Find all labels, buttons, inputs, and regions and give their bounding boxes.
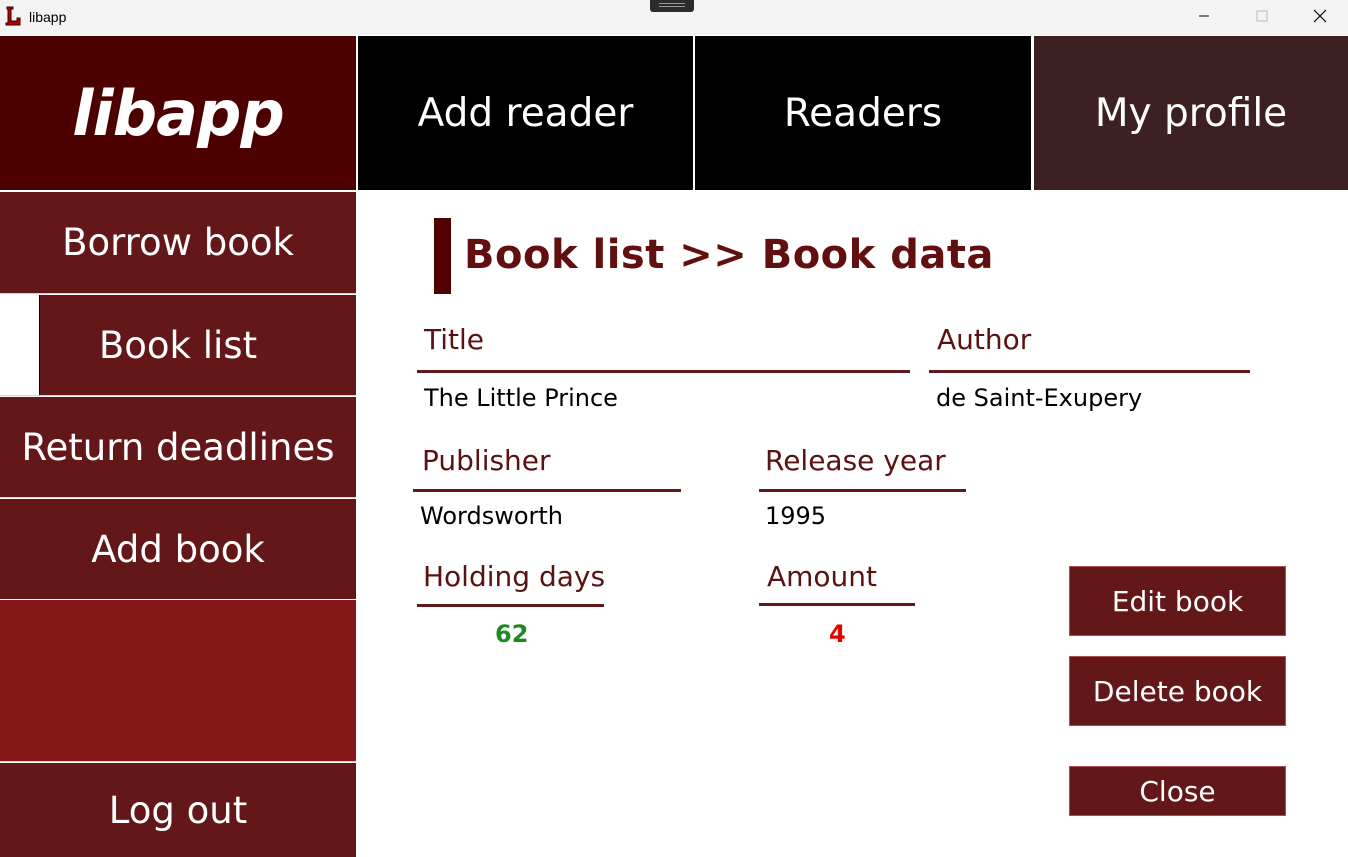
drag-handle[interactable] (650, 0, 694, 12)
edit-book-button[interactable]: Edit book (1069, 566, 1286, 636)
nav-my-profile[interactable]: My profile (1034, 36, 1348, 190)
close-icon (1313, 9, 1327, 23)
amount-value: 4 (829, 620, 846, 648)
sidebar-item-label: Borrow book (62, 221, 294, 264)
publisher-value: Wordsworth (420, 502, 563, 530)
window-titlebar[interactable]: libapp (0, 0, 1348, 35)
nav-readers[interactable]: Readers (695, 36, 1031, 190)
sidebar-item-label: Add book (91, 527, 265, 571)
release-year-label: Release year (765, 444, 946, 477)
sidebar-item-book-list[interactable]: Book list (0, 295, 356, 395)
title-value: The Little Prince (424, 384, 618, 412)
amount-label: Amount (767, 560, 878, 593)
logo-text: libapp (72, 76, 284, 150)
title-underline (417, 370, 910, 373)
close-label: Close (1139, 774, 1216, 808)
sidebar-item-add-book[interactable]: Add book (0, 499, 356, 599)
release-year-underline (759, 489, 966, 492)
logout-label: Log out (108, 788, 248, 832)
publisher-label: Publisher (422, 444, 551, 477)
app-logo: libapp (0, 36, 356, 190)
sidebar-filler (0, 600, 356, 761)
sidebar-item-return-deadlines[interactable]: Return deadlines (0, 397, 356, 497)
breadcrumb: Book list >> Book data (464, 232, 994, 278)
sidebar-divider (0, 293, 356, 294)
delete-book-label: Delete book (1092, 674, 1263, 708)
edit-book-label: Edit book (1111, 584, 1244, 618)
author-underline (929, 370, 1250, 373)
sidebar-divider (0, 395, 356, 396)
holding-days-label: Holding days (423, 560, 606, 593)
nav-add-reader[interactable]: Add reader (358, 36, 693, 190)
sidebar-item-label: Book list (98, 323, 258, 367)
libapp-logo-icon (5, 6, 21, 26)
minimize-button[interactable] (1175, 0, 1233, 32)
nav-readers-label: Readers (783, 90, 943, 136)
holding-days-value: 62 (495, 620, 529, 648)
amount-underline (759, 603, 915, 606)
sidebar-divider (0, 497, 356, 498)
active-item-marker (0, 295, 40, 395)
sidebar-divider (0, 761, 356, 762)
close-window-button[interactable] (1291, 0, 1348, 32)
publisher-underline (413, 489, 681, 492)
window-title: libapp (29, 9, 67, 25)
close-button[interactable]: Close (1069, 766, 1286, 816)
sidebar-item-label: Return deadlines (21, 425, 335, 469)
nav-add-reader-label: Add reader (417, 90, 634, 136)
minimize-icon (1199, 15, 1209, 17)
maximize-icon (1256, 10, 1268, 22)
title-label: Title (424, 323, 485, 356)
release-year-value: 1995 (765, 502, 827, 530)
author-label: Author (937, 323, 1032, 356)
author-value: de Saint-Exupery (936, 384, 1143, 412)
heading-accent-bar (434, 218, 451, 294)
delete-book-button[interactable]: Delete book (1069, 656, 1286, 726)
maximize-button[interactable] (1233, 0, 1291, 32)
sidebar-item-borrow-book[interactable]: Borrow book (0, 192, 356, 293)
holding-days-underline (417, 604, 604, 607)
nav-my-profile-label: My profile (1094, 90, 1288, 136)
logout-button[interactable]: Log out (0, 763, 356, 857)
